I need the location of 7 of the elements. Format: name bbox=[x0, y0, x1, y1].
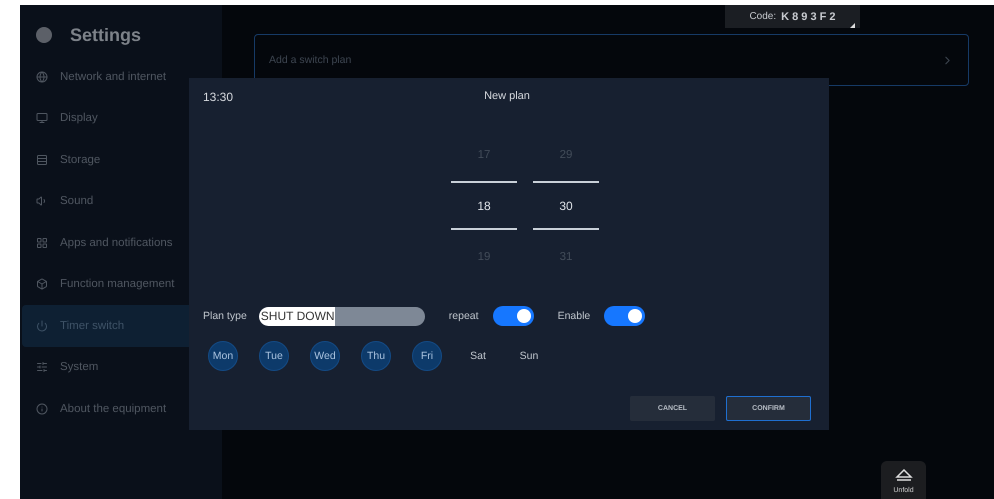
dialog-title: New plan bbox=[484, 90, 530, 104]
toggle-label: repeat bbox=[448, 310, 479, 322]
toggle-label: Enable bbox=[558, 310, 590, 322]
sidebar-title: Settings bbox=[70, 24, 142, 46]
dialog-time: 13:30 bbox=[203, 90, 234, 104]
code-label: Code: bbox=[749, 11, 776, 22]
code-value: K 8 9 3 F 2 bbox=[781, 10, 836, 22]
